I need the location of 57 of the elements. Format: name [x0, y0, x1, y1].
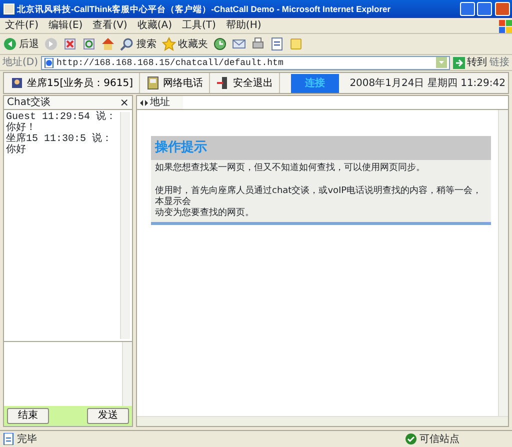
chat-button[interactable]: 发送	[87, 408, 129, 424]
phone-icon	[146, 76, 160, 90]
chat-button[interactable]: 结束	[7, 408, 49, 424]
sync-address-field[interactable]	[183, 96, 508, 109]
document-icon[interactable]	[270, 37, 284, 51]
chat-message: 你好	[6, 145, 27, 156]
history-icon[interactable]	[213, 37, 227, 51]
toolbar-button[interactable]: 搜索	[120, 36, 156, 52]
minimize-button[interactable]	[460, 2, 474, 16]
tip-paragraph: 如果您想查找某一网页，但又不知道如何查找，可以使用网页同步。	[154, 162, 426, 174]
message-input[interactable]	[4, 342, 132, 406]
app-toolbar-button[interactable]: 网络电话	[140, 73, 210, 93]
maximize-button[interactable]	[477, 2, 492, 16]
zone-text: 可信站点	[420, 432, 460, 446]
house-icon[interactable]	[101, 37, 115, 51]
windows-logo-icon	[498, 18, 512, 32]
menu-item[interactable]: 文件(F)	[0, 18, 44, 33]
menu-item[interactable]: 工具(T)	[177, 18, 221, 33]
chat-message: Guest 11:29:54 说：	[6, 112, 118, 123]
go-arrow-icon	[452, 56, 464, 68]
close-button[interactable]: ×	[120, 96, 129, 108]
check-icon	[405, 433, 417, 445]
address-field[interactable]: http://168.168.168.15/chatcall/default.htm	[40, 56, 450, 70]
menu-item[interactable]: 收藏(A)	[132, 18, 177, 33]
go-button[interactable]: 转到	[452, 55, 487, 70]
app-toolbar-button[interactable]: 安全退出	[210, 73, 280, 93]
star-icon	[162, 37, 176, 51]
address-toggle[interactable]: 地址	[137, 96, 183, 109]
menu-item[interactable]: 帮助(H)	[220, 18, 266, 33]
exit-door-icon	[216, 76, 230, 90]
stop-icon[interactable]	[63, 37, 77, 51]
menu-item[interactable]: 编辑(E)	[44, 18, 88, 33]
toolbar-button[interactable]: 后退	[2, 36, 39, 52]
headset-person-icon	[10, 76, 24, 90]
envelope-icon[interactable]	[232, 37, 246, 51]
app-toolbar-button[interactable]: 坐席15[业务员：9615]	[4, 73, 140, 93]
note-icon[interactable]	[289, 37, 303, 51]
links-label[interactable]: 链接	[490, 55, 510, 70]
status-text: 完毕	[17, 432, 38, 446]
window-title: 北京讯风科技-CallThink客服中心平台（客户端）-ChatCall Demo - Microsoft Internet Explorer	[17, 2, 391, 16]
toolbar-button[interactable]: 收藏夹	[162, 36, 208, 52]
printer-icon[interactable]	[251, 37, 265, 51]
double-arrow-icon	[140, 98, 148, 106]
app-icon	[2, 3, 14, 15]
refresh-icon[interactable]	[82, 37, 96, 51]
panel-title: Chat交谈	[7, 96, 50, 110]
tip-paragraph: 使用时，首先向座席人员通过chat交谈，或voIP电话说明查找的内容，稍等一会，本显示会 动变为您要查找的网页。	[154, 184, 483, 220]
search-icon	[120, 37, 134, 51]
menu-item[interactable]: 查看(V)	[88, 18, 132, 33]
address-label: 地址(D)	[2, 56, 38, 70]
chat-message: 你好！	[6, 123, 37, 134]
page-icon	[2, 433, 14, 445]
chat-message: 坐席15 11:30:5 说：	[6, 134, 114, 145]
date-time: 2008年1月24日 星期四 11:29:42	[350, 76, 506, 90]
card-title: 操作提示	[151, 136, 491, 160]
page-icon	[44, 58, 54, 68]
close-button[interactable]	[494, 2, 510, 16]
